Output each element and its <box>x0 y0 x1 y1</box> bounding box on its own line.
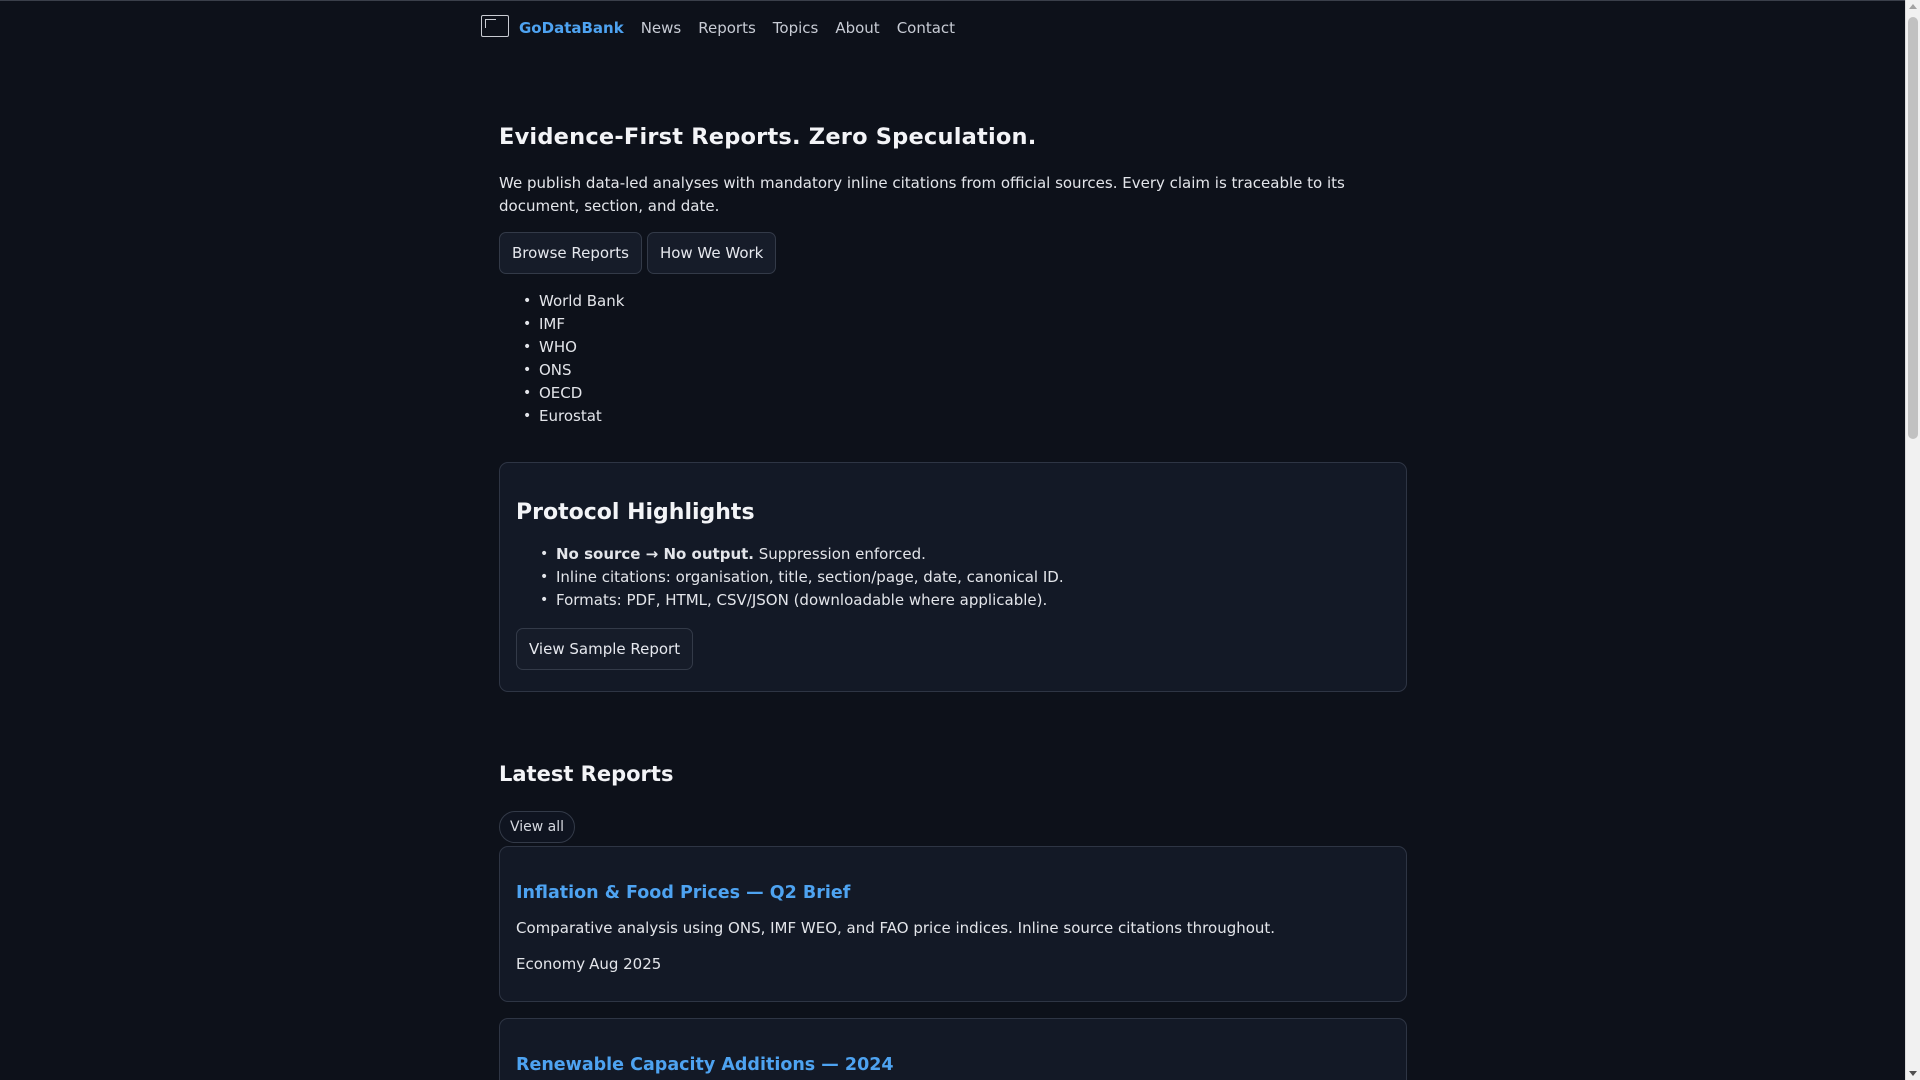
how-we-work-button[interactable]: How We Work <box>646 232 777 274</box>
report-title-link[interactable]: Renewable Capacity Additions — 2024 <box>516 1055 1390 1075</box>
hero-title: Evidence-First Reports. Zero Speculation… <box>499 124 1037 150</box>
top-nav: GoDataBank News Reports Topics About Con… <box>481 14 972 42</box>
protocol-title: Protocol Highlights <box>516 500 755 525</box>
protocol-item-bold: No source → No output. <box>556 545 754 563</box>
scroll-down-arrow-icon[interactable] <box>1909 1071 1917 1076</box>
scrollbar-thumb[interactable] <box>1908 17 1918 439</box>
protocol-highlights-card: Protocol Highlights No source → No outpu… <box>499 462 1407 692</box>
nav-link-topics[interactable]: Topics <box>773 19 819 37</box>
source-item: World Bank <box>523 290 1407 313</box>
protocol-item: No source → No output. Suppression enfor… <box>540 543 1390 566</box>
protocol-item: Inline citations: organisation, title, s… <box>540 566 1390 589</box>
report-date: Aug 2025 <box>589 955 662 973</box>
view-all-button[interactable]: View all <box>499 811 576 843</box>
nav-link-news[interactable]: News <box>641 19 682 37</box>
nav-link-contact[interactable]: Contact <box>897 19 955 37</box>
hero-section: Evidence-First Reports. Zero Speculation… <box>499 124 1407 428</box>
report-description: Comparative analysis using ONS, IMF WEO,… <box>516 919 1276 937</box>
report-card: Renewable Capacity Additions — 2024 <box>499 1018 1407 1080</box>
source-item: OECD <box>523 382 1407 405</box>
source-item: ONS <box>523 359 1407 382</box>
hero-description: We publish data-led analyses with mandat… <box>499 174 1345 215</box>
source-item: Eurostat <box>523 405 1407 428</box>
protocol-item-rest: Suppression enforced. <box>754 545 926 563</box>
protocol-list: No source → No output. Suppression enfor… <box>516 543 1390 612</box>
source-item: WHO <box>523 336 1407 359</box>
brand-link[interactable]: GoDataBank <box>519 19 624 37</box>
report-card: Inflation & Food Prices — Q2 Brief Compa… <box>499 846 1407 1002</box>
scroll-up-arrow-icon[interactable] <box>1909 4 1917 9</box>
nav-link-reports[interactable]: Reports <box>698 19 756 37</box>
report-title-link[interactable]: Inflation & Food Prices — Q2 Brief <box>516 883 1390 903</box>
source-item: IMF <box>523 313 1407 336</box>
latest-reports-title: Latest Reports <box>499 762 674 786</box>
protocol-item: Formats: PDF, HTML, CSV/JSON (downloadab… <box>540 589 1390 612</box>
page: GoDataBank News Reports Topics About Con… <box>0 0 1905 1080</box>
report-topic: Economy <box>516 955 586 973</box>
source-list: World Bank IMF WHO ONS OECD Eurostat <box>499 290 1407 428</box>
vertical-scrollbar[interactable] <box>1905 0 1920 1080</box>
top-border <box>0 0 1905 1</box>
nav-link-about[interactable]: About <box>835 19 879 37</box>
hero-buttons: Browse Reports How We Work <box>499 232 1407 274</box>
view-sample-report-button[interactable]: View Sample Report <box>516 628 694 670</box>
broken-image-icon[interactable] <box>481 15 509 37</box>
report-meta: Economy Aug 2025 <box>516 955 1390 973</box>
browse-reports-button[interactable]: Browse Reports <box>499 232 642 274</box>
